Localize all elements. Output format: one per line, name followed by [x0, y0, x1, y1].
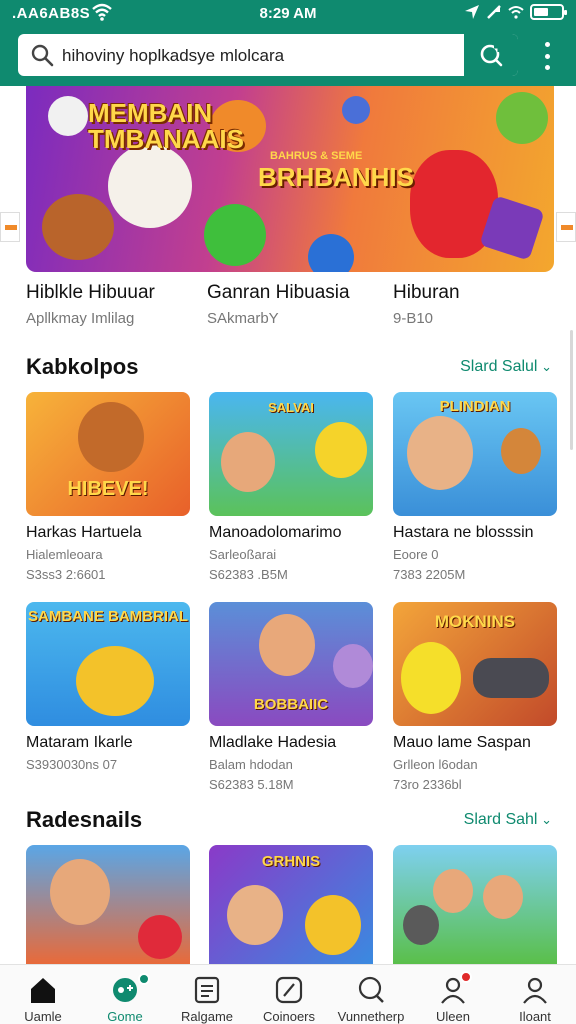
game-stats: 73ro 2336bl: [393, 777, 462, 792]
game-thumbnail: PLINDIAN: [393, 392, 557, 516]
notification-badge: [460, 971, 472, 983]
game-title: Mladlake Hadesia: [209, 734, 337, 751]
game-title: Mataram Ikarle: [26, 734, 133, 751]
see-all-link[interactable]: Slard Salul: [460, 358, 552, 376]
game-thumbnail: SAMBANE BAMBRIAL: [26, 602, 190, 726]
refresh-search-icon: [480, 44, 503, 67]
game-stats: S62383 5.18M: [209, 777, 294, 792]
signal-icon: [487, 5, 501, 19]
search-input[interactable]: hihoviny hoplkadsye mlolcara: [62, 46, 284, 66]
game-title: Manoadolomarimo: [209, 524, 342, 541]
nav-item-coinoers[interactable]: Coinoers: [248, 965, 330, 1024]
game-card[interactable]: SALVAI Manoadolomarimo Sarleoßarai S6238…: [209, 392, 373, 582]
game-card[interactable]: GRHNIS: [209, 845, 373, 964]
game-stats: 7383 2205M: [393, 567, 466, 582]
game-card[interactable]: SAMBANE BAMBRIAL Mataram Ikarle S3930030…: [26, 602, 190, 772]
home-icon: [31, 978, 55, 1003]
game-developer: Sarleoßarai: [209, 547, 277, 562]
game-title: Mauo lame Saspan: [393, 734, 531, 751]
location-icon: [465, 5, 479, 19]
nav-item-ralgame[interactable]: Ralgame: [166, 965, 248, 1024]
bottom-navigation: Uamle Gome Ralgame Coinoers Vunnetherp U…: [0, 964, 576, 1024]
search-submit-button[interactable]: [464, 34, 518, 76]
nav-item-uleen[interactable]: Uleen: [412, 965, 494, 1024]
nav-item-home[interactable]: Uamle: [2, 965, 84, 1024]
game-stats: S62383 .B5M: [209, 567, 288, 582]
nav-item-iloant[interactable]: Iloant: [494, 965, 576, 1024]
game-card[interactable]: BOBBAIIC Mladlake Hadesia Balam hdodan S…: [209, 602, 373, 792]
game-badge: [138, 973, 150, 985]
game-thumbnail: HIBEVE!: [26, 392, 190, 516]
game-card[interactable]: [393, 845, 557, 964]
game-card[interactable]: MOKNINS Mauo lame Saspan Grlleon l6odan …: [393, 602, 557, 792]
top-app-bar: .AA6AB8S 8:29 AM hihoviny hoplkadsye mlo…: [0, 0, 576, 86]
game-developer: Grlleon l6odan: [393, 757, 478, 772]
search-bar[interactable]: hihoviny hoplkadsye mlolcara: [18, 34, 518, 76]
nav-item-vunnetherp[interactable]: Vunnetherp: [330, 965, 412, 1024]
game-thumbnail: [393, 845, 557, 964]
banner-caption-1[interactable]: Hiblkle Hibuuar Apllkmay Imlilag: [26, 282, 206, 327]
list-icon: [194, 976, 220, 1004]
status-bar: .AA6AB8S 8:29 AM: [0, 0, 576, 28]
banner-caption-3[interactable]: Hiburan 9-B10: [393, 282, 573, 327]
banner-prev-handle[interactable]: [0, 212, 20, 242]
game-stats: S3930030ns 07: [26, 757, 118, 772]
banner-small-caption: BAHRUS & SEME: [270, 150, 363, 162]
game-thumbnail: [26, 845, 190, 964]
profile-icon: [523, 977, 547, 1004]
game-developer: Balam hdodan: [209, 757, 293, 772]
promo-banner[interactable]: MEMBAIN TMBANAAIS BAHRUS & SEME BRHBANHI…: [26, 86, 554, 272]
game-stats: S3ss3 2:6601: [26, 567, 106, 582]
more-options-icon[interactable]: [540, 42, 554, 70]
game-controller-icon: [113, 978, 137, 1002]
chat-icon: [358, 976, 384, 1003]
game-thumbnail: MOKNINS: [393, 602, 557, 726]
scrollbar[interactable]: [570, 330, 573, 450]
section-title: Kabkolpos: [26, 354, 139, 379]
game-card[interactable]: PLINDIAN Hastara ne blosssin Eoore 0 738…: [393, 392, 557, 582]
game-title: Harkas Hartuela: [26, 524, 142, 541]
game-thumbnail: BOBBAIIC: [209, 602, 373, 726]
see-all-link[interactable]: Slard Sahl: [464, 811, 552, 829]
banner-caption-2[interactable]: Ganran Hibuasia SAkmarbY: [207, 282, 387, 327]
game-title: Hastara ne blosssin: [393, 524, 534, 541]
search-icon: [31, 44, 54, 67]
battery-icon: [530, 4, 567, 20]
banner-center-title: BRHBANHIS: [258, 162, 414, 192]
nav-item-game[interactable]: Gome: [84, 965, 166, 1024]
game-developer: Hialemleoara: [26, 547, 103, 562]
section-title: Radesnails: [26, 807, 143, 832]
game-developer: Eoore 0: [393, 547, 439, 562]
game-card[interactable]: [26, 845, 190, 964]
compass-icon: [275, 976, 303, 1004]
banner-title: MEMBAIN TMBANAAIS: [88, 98, 244, 154]
game-thumbnail: GRHNIS: [209, 845, 373, 964]
banner-next-handle[interactable]: [556, 212, 576, 242]
game-thumbnail: SALVAI: [209, 392, 373, 516]
game-card[interactable]: HIBEVE! Harkas Hartuela Hialemleoara S3s…: [26, 392, 190, 582]
wifi-small-icon: [508, 6, 524, 19]
